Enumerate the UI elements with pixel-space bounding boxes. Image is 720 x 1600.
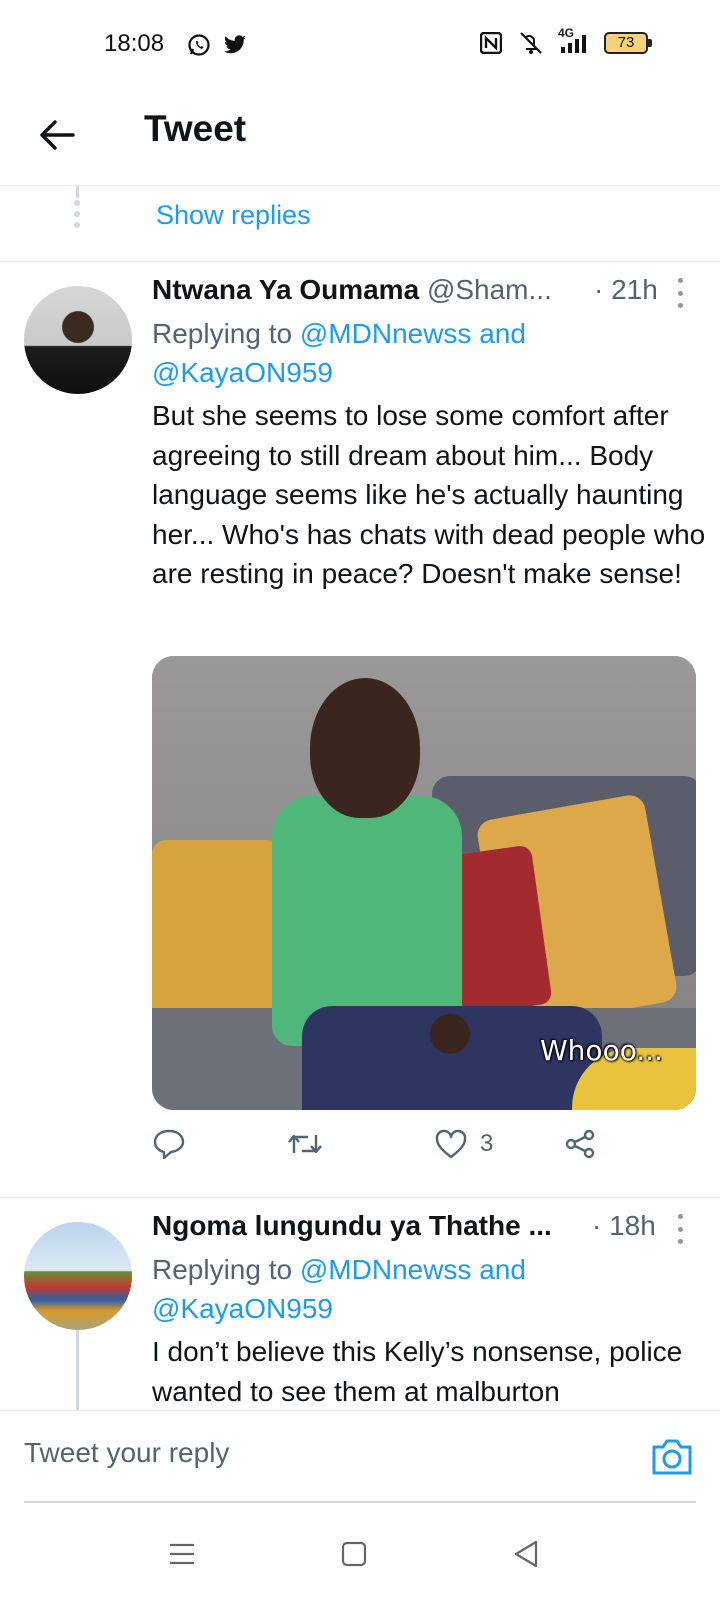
tweet[interactable]: Ngoma lungundu ya Thathe ... · 18h Reply… <box>0 1198 720 1410</box>
share-button[interactable] <box>564 1122 596 1166</box>
camera-icon <box>652 1439 692 1475</box>
show-replies-row: Show replies <box>0 186 720 262</box>
recents-button[interactable] <box>162 1534 202 1574</box>
media-caption: Whooo... <box>540 1034 664 1067</box>
retweet-icon <box>288 1134 322 1154</box>
menu-icon <box>170 1543 194 1565</box>
twitter-icon <box>222 32 248 58</box>
display-name[interactable]: Ntwana Ya Oumama <box>152 274 419 305</box>
tweet[interactable]: Ntwana Ya Oumama @Sham... · 21h Replying… <box>0 262 720 1198</box>
heart-icon <box>435 1129 467 1159</box>
battery-indicator: 73 <box>604 32 652 54</box>
mention-link[interactable]: @MDNnewss <box>300 1254 472 1285</box>
network-type: 4G <box>558 26 575 40</box>
system-nav-bar <box>0 1504 720 1600</box>
replying-to: Replying to @MDNnewss and @KayaON959 <box>152 1250 692 1328</box>
back-button[interactable] <box>34 112 80 158</box>
tweet-text: But she seems to lose some comfort after… <box>152 400 706 589</box>
tweet-time: · 21h <box>594 274 658 305</box>
camera-button[interactable] <box>650 1437 694 1477</box>
home-button[interactable] <box>334 1534 374 1574</box>
back-arrow-icon <box>40 120 75 150</box>
mention-link[interactable]: @KayaON959 <box>152 357 333 388</box>
thread-line <box>76 1330 79 1410</box>
more-options-button[interactable] <box>672 1214 688 1244</box>
reply-underline <box>24 1501 696 1503</box>
page-title: Tweet <box>144 108 247 149</box>
status-time: 18:08 <box>104 30 165 57</box>
tweet-actions: 3 <box>152 1122 692 1166</box>
reply-input[interactable]: Tweet your reply <box>24 1437 229 1469</box>
system-back-button[interactable] <box>506 1534 546 1574</box>
reply-button[interactable] <box>152 1122 186 1166</box>
status-icons-right: 4G 73 <box>478 26 652 56</box>
mute-icon <box>518 30 544 56</box>
replying-prefix: Replying to <box>152 318 293 349</box>
avatar[interactable] <box>24 286 132 394</box>
home-square-icon <box>341 1541 367 1567</box>
signal-icon: 4G <box>558 26 590 56</box>
avatar[interactable] <box>24 1222 132 1330</box>
reply-bar: Tweet your reply <box>0 1410 720 1504</box>
top-app-bar: Tweet <box>0 92 720 186</box>
replying-and[interactable]: and <box>479 318 526 349</box>
replying-to: Replying to @MDNnewss and @KayaON959 <box>152 314 692 392</box>
mention-link[interactable]: @KayaON959 <box>152 1293 333 1324</box>
tweet-text: I don’t believe this Kelly’s nonsense, p… <box>152 1336 683 1407</box>
retweet-button[interactable] <box>286 1122 324 1166</box>
back-triangle-icon <box>514 1540 538 1568</box>
show-replies-link[interactable]: Show replies <box>156 200 311 231</box>
replying-prefix: Replying to <box>152 1254 293 1285</box>
thread-dots-icon <box>74 200 81 233</box>
status-bar: 18:08 4G 73 <box>0 0 720 92</box>
more-options-button[interactable] <box>672 278 688 308</box>
share-icon <box>565 1129 595 1159</box>
tweet-media-image[interactable]: Whooo... <box>152 656 696 1110</box>
display-name[interactable]: Ngoma lungundu ya Thathe ... <box>152 1210 552 1241</box>
thread-line <box>76 186 79 198</box>
like-count: 3 <box>480 1130 494 1157</box>
tweet-time: · 18h <box>592 1210 656 1241</box>
replying-and[interactable]: and <box>479 1254 526 1285</box>
mention-link[interactable]: @MDNnewss <box>300 318 472 349</box>
user-handle[interactable]: @Sham... <box>427 274 552 305</box>
nfc-icon <box>478 30 504 56</box>
status-icons-left <box>186 32 248 58</box>
like-button[interactable]: 3 <box>434 1122 493 1166</box>
whatsapp-icon <box>186 32 212 58</box>
reply-icon <box>153 1129 185 1160</box>
